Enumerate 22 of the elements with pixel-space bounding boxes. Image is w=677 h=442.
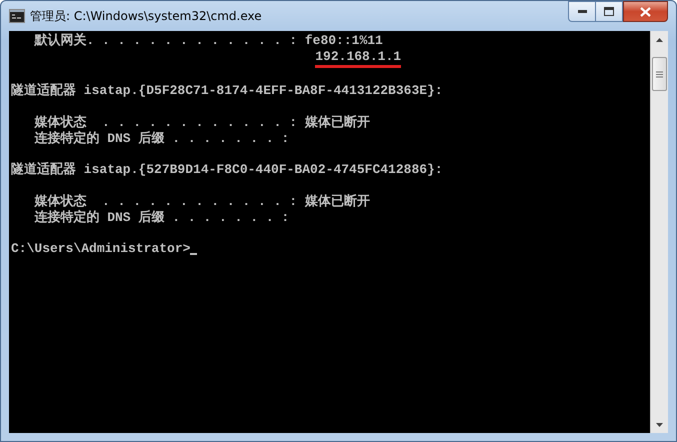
console-line: 隧道适配器 isatap.{527B9D14-F8C0-440F-BA02-4745FC412886}: <box>11 162 443 178</box>
console-line: 默认网关. . . . . . . . . . . . . : fe80::1%11 <box>34 33 383 49</box>
console-line: 隧道适配器 isatap.{D5F28C71-8174-4EFF-BA8F-4413122B363E}: <box>11 83 443 100</box>
console-line: 192.168.1.1 <box>315 48 402 65</box>
maximize-icon <box>604 7 614 16</box>
close-icon <box>640 6 651 16</box>
console-line: 连接特定的 DNS 后缀 . . . . . . . : <box>34 130 290 147</box>
close-button[interactable] <box>623 1 668 22</box>
scrollbar-thumb[interactable] <box>652 57 667 91</box>
down-arrow-icon <box>656 422 663 426</box>
minimize-icon <box>578 10 586 13</box>
console-line: 媒体状态 . . . . . . . . . . . . : 媒体已断开 <box>34 194 370 210</box>
maximize-button[interactable] <box>595 1 623 22</box>
console-line: 连接特定的 DNS 后缀 . . . . . . . : <box>34 210 290 226</box>
up-arrow-icon <box>656 38 663 42</box>
window-title: 管理员: C:\Windows\system32\cmd.exe <box>30 8 263 24</box>
console-icon <box>9 9 25 23</box>
text-cursor <box>190 253 198 256</box>
command-prompt: C:\Users\Administrator> <box>11 241 190 258</box>
grip-icon <box>656 70 663 78</box>
console-line: 媒体状态 . . . . . . . . . . . . : 媒体已断开 <box>34 114 370 130</box>
minimize-button[interactable] <box>568 1 595 22</box>
